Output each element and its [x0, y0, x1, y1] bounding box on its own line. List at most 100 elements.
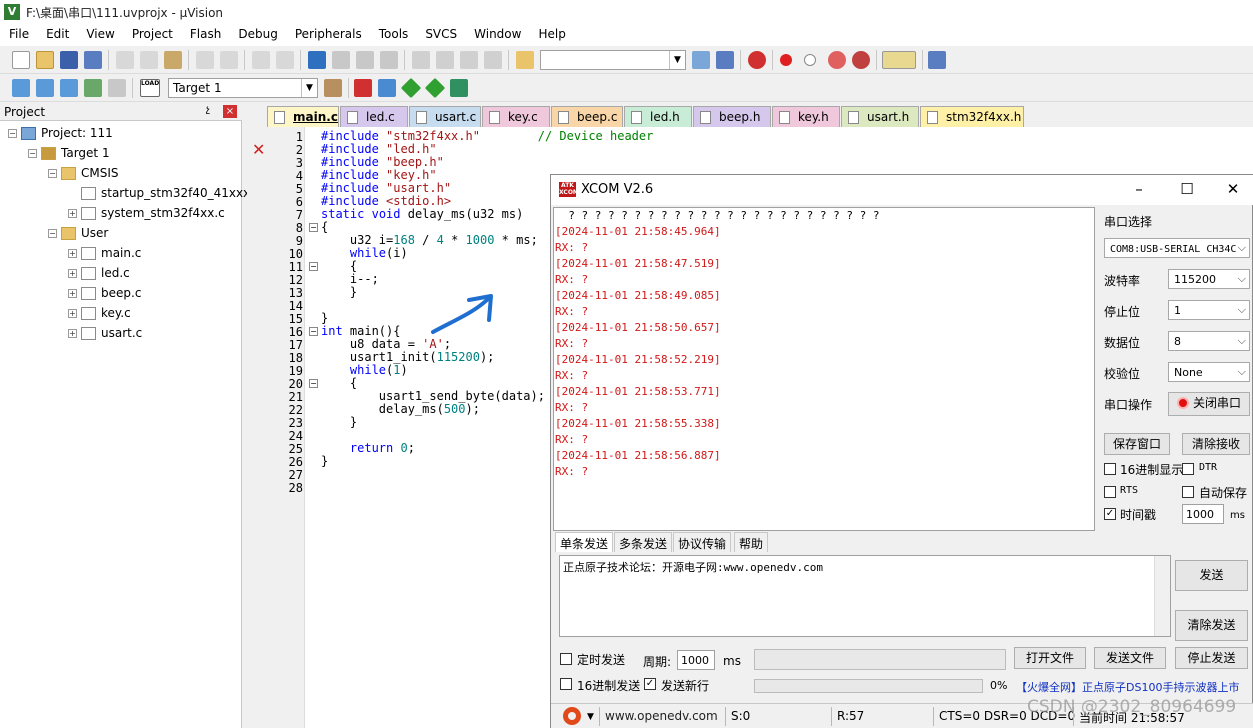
rebuild-icon[interactable]	[60, 79, 78, 97]
uncomment-icon[interactable]	[484, 51, 502, 69]
status-url[interactable]: www.openedv.com	[605, 709, 718, 723]
translate-icon[interactable]	[12, 79, 30, 97]
debug-session-icon[interactable]	[748, 51, 766, 69]
fold-toggle-icon[interactable]: −	[309, 262, 318, 271]
parity-select[interactable]: None ⌵	[1168, 362, 1250, 382]
clear-send-button[interactable]: 清除发送	[1175, 610, 1248, 641]
disable-breakpoint-icon[interactable]	[804, 54, 816, 66]
batch-build-icon[interactable]	[84, 79, 102, 97]
tab-main-c[interactable]: main.c	[267, 106, 339, 127]
menu-peripherals[interactable]: Peripherals	[286, 24, 370, 46]
hex-send-checkbox[interactable]	[560, 678, 572, 690]
configure-icon[interactable]	[928, 51, 946, 69]
menu-debug[interactable]: Debug	[229, 24, 285, 46]
menu-flash[interactable]: Flash	[181, 24, 229, 46]
stop-send-button[interactable]: 停止发送	[1175, 647, 1248, 669]
new-file-icon[interactable]	[12, 51, 30, 69]
ad-link[interactable]: 【火爆全网】正点原子DS100手持示波器上市	[1016, 679, 1239, 695]
tab-key-c[interactable]: key.c	[482, 106, 550, 127]
send-scrollbar[interactable]	[1154, 556, 1170, 636]
expand-icon[interactable]: +	[68, 328, 77, 338]
find-combo[interactable]: ▼	[540, 50, 686, 70]
fold-toggle-icon[interactable]: −	[309, 327, 318, 336]
send-newline-checkbox[interactable]: ✓	[644, 678, 656, 690]
bookmark-clear-icon[interactable]	[380, 51, 398, 69]
menu-tools[interactable]: Tools	[370, 24, 417, 46]
tree-file[interactable]: + key.c	[68, 303, 131, 323]
bookmark-next-icon[interactable]	[356, 51, 374, 69]
expand-icon[interactable]: +	[68, 208, 77, 218]
manage-components-icon[interactable]	[354, 79, 372, 97]
tree-group-user[interactable]: − User	[48, 223, 108, 243]
hex-display-checkbox[interactable]	[1104, 463, 1116, 475]
find-icon[interactable]	[692, 51, 710, 69]
dtr-checkbox[interactable]	[1182, 463, 1194, 475]
tab-beep-c[interactable]: beep.c	[551, 106, 623, 127]
tree-file[interactable]: startup_stm32f40_41xxx.s	[81, 183, 260, 203]
auto-save-checkbox[interactable]	[1182, 486, 1194, 498]
tree-group-cmsis[interactable]: − CMSIS	[48, 163, 119, 183]
code-line[interactable]: return 0;	[321, 442, 415, 455]
receive-area[interactable]: ? ? ? ? ? ? ? ? ? ? ? ? ? ? ? ? ? ? ? ? …	[553, 207, 1095, 531]
expand-icon[interactable]: +	[68, 248, 77, 258]
tab-protocol[interactable]: 协议传输	[673, 532, 732, 552]
tree-file[interactable]: + system_stm32f4xx.c	[68, 203, 225, 223]
tab-help[interactable]: 帮助	[734, 532, 769, 552]
code-line[interactable]: }	[321, 416, 357, 429]
software-packs-icon[interactable]	[450, 79, 468, 97]
send-text-area[interactable]: 正点原子技术论坛：开源电子网:www.openedv.com	[559, 555, 1171, 637]
tab-beep-h[interactable]: beep.h	[693, 106, 771, 127]
find-in-files-icon[interactable]	[516, 51, 534, 69]
tab-usart-c[interactable]: usart.c	[409, 106, 481, 127]
period-input[interactable]: 1000	[677, 650, 715, 670]
tab-single-send[interactable]: 单条发送	[555, 532, 614, 552]
expand-icon[interactable]: +	[68, 308, 77, 318]
code-line[interactable]: }	[321, 286, 357, 299]
collapse-icon[interactable]: −	[48, 168, 57, 178]
copy-icon[interactable]	[140, 51, 158, 69]
menu-view[interactable]: View	[77, 24, 122, 46]
disable-all-breakpoints-icon[interactable]	[828, 51, 846, 69]
timestamp-checkbox[interactable]: ✓	[1104, 508, 1116, 520]
menu-svcs[interactable]: SVCS	[416, 24, 465, 46]
close-port-button[interactable]: 关闭串口	[1168, 392, 1250, 416]
tab-usart-h[interactable]: usart.h	[841, 106, 919, 127]
tree-file[interactable]: + usart.c	[68, 323, 142, 343]
close-icon[interactable]: ×	[223, 105, 237, 118]
nav-back-icon[interactable]	[252, 51, 270, 69]
undo-icon[interactable]	[196, 51, 214, 69]
tree-file[interactable]: + beep.c	[68, 283, 141, 303]
send-file-button[interactable]: 发送文件	[1094, 647, 1166, 669]
tree-project-root[interactable]: − Project: 111	[8, 123, 113, 143]
file-path-field[interactable]	[754, 649, 1006, 670]
databit-select[interactable]: 8 ⌵	[1168, 331, 1250, 351]
tree-file[interactable]: + led.c	[68, 263, 130, 283]
cut-icon[interactable]	[116, 51, 134, 69]
tree-target[interactable]: − Target 1	[28, 143, 110, 163]
stopbit-select[interactable]: 1 ⌵	[1168, 300, 1250, 320]
select-packs-icon[interactable]	[378, 79, 396, 97]
port-select[interactable]: COM8:USB-SERIAL CH34C ⌵	[1104, 238, 1250, 258]
maximize-icon[interactable]: ☐	[1177, 180, 1197, 198]
menu-edit[interactable]: Edit	[37, 24, 77, 46]
tab-stm32f4xx-h[interactable]: stm32f4xx.h	[920, 106, 1024, 127]
rts-checkbox[interactable]	[1104, 486, 1116, 498]
tab-led-c[interactable]: led.c	[340, 106, 408, 127]
paste-icon[interactable]	[164, 51, 182, 69]
fold-toggle-icon[interactable]: −	[309, 379, 318, 388]
expand-icon[interactable]: +	[68, 288, 77, 298]
bookmark-icon[interactable]	[308, 51, 326, 69]
minimize-icon[interactable]: –	[1129, 180, 1149, 198]
close-icon[interactable]: ✕	[1223, 180, 1243, 198]
expand-icon[interactable]: +	[68, 268, 77, 278]
comment-icon[interactable]	[460, 51, 478, 69]
build-icon[interactable]	[36, 79, 54, 97]
window-layout-icon[interactable]	[882, 51, 916, 69]
clear-receive-button[interactable]: 清除接收	[1182, 433, 1250, 455]
send-button[interactable]: 发送	[1175, 560, 1248, 591]
target-select[interactable]: Target 1 ▼	[168, 78, 318, 98]
stop-build-icon[interactable]	[108, 79, 126, 97]
menu-window[interactable]: Window	[465, 24, 529, 46]
open-file-button[interactable]: 打开文件	[1014, 647, 1086, 669]
save-icon[interactable]	[60, 51, 78, 69]
